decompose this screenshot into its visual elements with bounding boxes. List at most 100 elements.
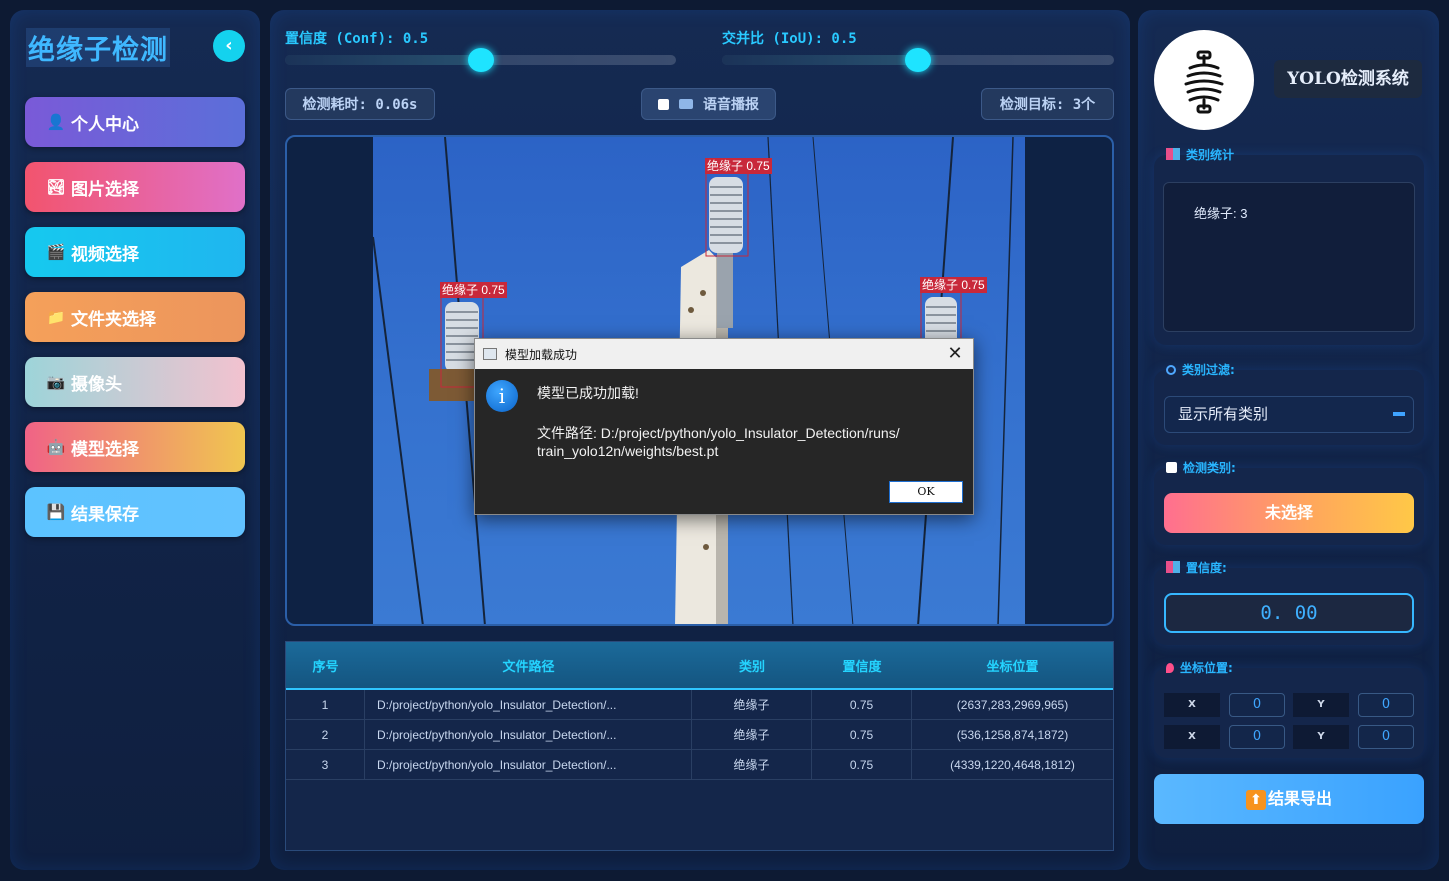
filter-selected-value: 显示所有类别 — [1178, 405, 1269, 423]
dialog-title: 模型加载成功 — [505, 347, 578, 362]
col-header-category: 类别 — [738, 659, 765, 675]
conf-slider-label: 置信度 (Conf): 0.5 — [285, 31, 429, 47]
dialog-message: 模型已成功加载! — [537, 385, 639, 401]
confidence-display: 0. 00 — [1164, 593, 1414, 633]
window-app-icon — [483, 348, 497, 360]
class-select-button[interactable]: 未选择 — [1164, 493, 1414, 533]
robot-icon: 🤖 — [46, 438, 66, 456]
sidebar-item-label: 视频选择 — [71, 244, 139, 265]
sidebar-item-label: 图片选择 — [71, 179, 139, 200]
stats-text: 绝缘子: 3 — [1194, 206, 1248, 221]
cell-path: D:/project/python/yolo_Insulator_Detecti… — [365, 689, 692, 720]
folder-icon: 📁 — [46, 308, 66, 326]
cell-path: D:/project/python/yolo_Insulator_Detecti… — [365, 719, 692, 750]
cell-index: 1 — [286, 689, 365, 720]
cell-category: 绝缘子 — [692, 719, 812, 750]
confidence-title: 置信度: — [1166, 559, 1227, 576]
conf-slider-fill — [285, 55, 481, 65]
col-header-coords: 坐标位置 — [986, 659, 1039, 675]
col-header-path: 文件路径 — [502, 659, 555, 675]
ok-button[interactable]: OK — [889, 481, 963, 503]
sidebar-item-1[interactable]: 🏞 图片选择 — [25, 162, 245, 212]
speaker-icon — [679, 99, 693, 109]
table-row[interactable]: 1 D:/project/python/yolo_Insulator_Detec… — [286, 689, 1113, 720]
sidebar-item-6[interactable]: 💾 结果保存 — [25, 487, 245, 537]
x2-field[interactable]: 0 — [1229, 725, 1285, 749]
voice-checkbox[interactable] — [658, 98, 669, 110]
sidebar-item-label: 文件夹选择 — [71, 309, 156, 330]
col-header-confidence: 置信度 — [842, 659, 882, 675]
collapse-button[interactable]: ‹ — [213, 30, 245, 62]
cell-coords: (4339,1220,4648,1812) — [950, 757, 1075, 772]
film-icon: 🎬 — [46, 243, 66, 261]
iou-slider[interactable] — [722, 48, 1114, 72]
voice-toggle[interactable]: 语音播报 — [641, 88, 776, 120]
target-count-badge: 检测目标: 3个 — [981, 88, 1114, 120]
results-table: 序号 文件路径 类别 置信度 坐标位置 1 D:/project/python/… — [285, 641, 1114, 851]
checkbox-icon[interactable] — [1166, 462, 1177, 473]
detection-label: 绝缘子 0.75 — [440, 282, 507, 298]
sidebar-item-4[interactable]: 📷 摄像头 — [25, 357, 245, 407]
logo — [1154, 30, 1254, 130]
table-row[interactable]: 2 D:/project/python/yolo_Insulator_Detec… — [286, 719, 1113, 750]
table-header: 序号 文件路径 类别 置信度 坐标位置 — [286, 642, 1113, 690]
detect-class-title[interactable]: 检测类别: — [1166, 459, 1236, 476]
detect-class-title-text: 检测类别: — [1183, 461, 1236, 475]
cell-coords: (536,1258,874,1872) — [956, 727, 1069, 742]
insulator-logo-icon — [1184, 50, 1224, 114]
cell-category: 绝缘子 — [692, 689, 812, 720]
upload-icon: ⬆ — [1245, 789, 1266, 810]
cell-path: D:/project/python/yolo_Insulator_Detecti… — [365, 749, 692, 780]
iou-slider-label: 交并比 (IoU): 0.5 — [722, 31, 857, 47]
chart-icon — [1166, 561, 1180, 573]
cell-confidence: 0.75 — [812, 689, 912, 720]
x1-field[interactable]: 0 — [1229, 693, 1285, 717]
system-title: YOLO检测系统 — [1274, 60, 1422, 98]
class-filter-select[interactable]: 显示所有类别 — [1164, 396, 1414, 433]
cell-category: 绝缘子 — [692, 749, 812, 780]
stats-title-text: 类别统计 — [1186, 148, 1235, 162]
dropdown-caret-icon — [1393, 412, 1405, 416]
stats-box: 绝缘子: 3 — [1163, 182, 1415, 332]
y1-label: Y — [1293, 693, 1349, 717]
y2-field[interactable]: 0 — [1358, 725, 1414, 749]
conf-slider[interactable] — [285, 48, 676, 72]
conf-slider-handle[interactable] — [467, 48, 494, 72]
stats-title: 类别统计 — [1166, 146, 1234, 163]
close-icon[interactable]: ✕ — [945, 343, 965, 364]
dialog-path-line1: 文件路径: D:/project/python/yolo_Insulator_D… — [537, 425, 900, 441]
sidebar-item-5[interactable]: 🤖 模型选择 — [25, 422, 245, 472]
filter-title: 类别过滤: — [1166, 361, 1235, 378]
sidebar-item-2[interactable]: 🎬 视频选择 — [25, 227, 245, 277]
table-row[interactable]: 3 D:/project/python/yolo_Insulator_Detec… — [286, 749, 1113, 780]
sidebar-item-0[interactable]: 👤 个人中心 — [25, 97, 245, 147]
dialog-titlebar: 模型加载成功 ✕ — [475, 339, 973, 369]
cell-confidence: 0.75 — [812, 749, 912, 780]
detect-time-badge: 检测耗时: 0.06s — [285, 88, 435, 120]
image-icon: 🏞 — [46, 178, 66, 196]
filter-title-text: 类别过滤: — [1182, 363, 1235, 377]
cell-index: 2 — [286, 719, 365, 750]
chart-icon — [1166, 148, 1180, 160]
sidebar-item-label: 结果保存 — [71, 504, 139, 525]
coords-title-text: 坐标位置: — [1180, 661, 1233, 675]
sidebar-item-3[interactable]: 📁 文件夹选择 — [25, 292, 245, 342]
col-header-index: 序号 — [312, 659, 339, 675]
sidebar-item-label: 摄像头 — [71, 374, 122, 395]
sidebar-item-label: 个人中心 — [71, 114, 139, 135]
export-button[interactable]: ⬆ 结果导出 — [1154, 774, 1424, 824]
floppy-icon: 💾 — [46, 503, 66, 521]
iou-slider-handle[interactable] — [905, 48, 931, 72]
sidebar-item-label: 模型选择 — [71, 439, 139, 460]
voice-label: 语音播报 — [703, 97, 759, 113]
right-panel: YOLO检测系统 类别统计 绝缘子: 3 类别过滤: 显示所有类别 检测类别: … — [1138, 10, 1439, 870]
cell-confidence: 0.75 — [812, 719, 912, 750]
left-sidebar: 绝缘子检测 ‹ 👤 个人中心 🏞 图片选择 🎬 视频选择 📁 文件夹选择 📷 摄像头 🤖 模型选择 💾 结… — [10, 10, 260, 870]
iou-slider-fill — [722, 55, 918, 65]
app-title: 绝缘子检测 — [26, 28, 170, 67]
detection-label: 绝缘子 0.75 — [920, 277, 987, 293]
y2-label: Y — [1293, 725, 1349, 749]
x1-label: X — [1164, 693, 1220, 717]
coords-title: 坐标位置: — [1166, 659, 1233, 676]
y1-field[interactable]: 0 — [1358, 693, 1414, 717]
